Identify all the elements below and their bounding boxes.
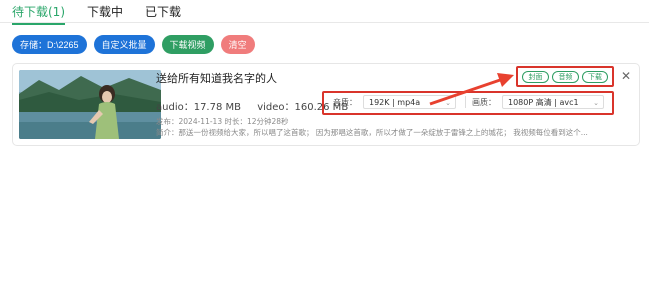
chevron-down-icon: ⌄ xyxy=(445,99,451,107)
tab-divider xyxy=(0,22,649,23)
video-quality-label: 画质： xyxy=(472,98,496,107)
chevron-down-icon: ⌄ xyxy=(593,99,599,107)
audio-button[interactable]: 音频 xyxy=(552,71,579,83)
storage-path-button[interactable]: 存储：D:\2265 xyxy=(12,35,87,54)
cover-button[interactable]: 封面 xyxy=(522,71,549,83)
video-quality-select[interactable]: 1080P 高清 | avc1 ⌄ xyxy=(502,95,604,109)
audio-size: audio：17.78 MB xyxy=(156,102,242,113)
custom-batch-button[interactable]: 自定义批量 xyxy=(93,35,155,54)
video-title: 送给所有知道我名字的人 xyxy=(156,72,277,85)
toolbar: 存储：D:\2265 自定义批量 下载视频 清空 xyxy=(12,35,255,54)
quality-select-group: 音质： 192K | mp4a ⌄ 画质： 1080P 高清 | avc1 ⌄ xyxy=(322,91,614,115)
video-description: 简介：那送一份视频给大家，所以唱了这首歌； 因为那唱这首歌，所以才做了一朵绽放于… xyxy=(156,128,588,137)
close-icon[interactable]: ✕ xyxy=(621,69,631,83)
action-button-group: 封面 音频 下载 xyxy=(516,66,614,87)
audio-quality-label: 音质： xyxy=(333,98,357,107)
download-video-button[interactable]: 下载视频 xyxy=(161,35,214,54)
clear-button[interactable]: 清空 xyxy=(220,35,255,54)
divider xyxy=(465,96,466,108)
audio-quality-value: 192K | mp4a xyxy=(369,97,421,107)
download-item-card: 送给所有知道我名字的人 封面 音频 下载 ✕ audio：17.78 MB vi… xyxy=(12,63,640,146)
audio-quality-select[interactable]: 192K | mp4a ⌄ xyxy=(363,95,456,109)
publish-info: 发布：2024-11-13 时长：12分钟28秒 xyxy=(156,117,289,126)
download-button[interactable]: 下载 xyxy=(582,71,608,83)
video-quality-value: 1080P 高清 | avc1 xyxy=(508,97,579,107)
video-thumbnail xyxy=(19,70,161,139)
